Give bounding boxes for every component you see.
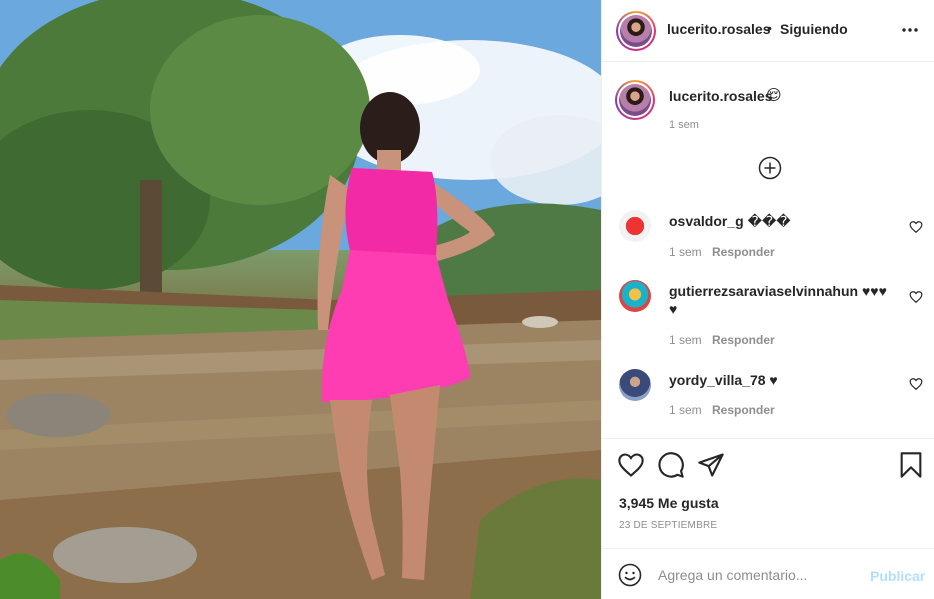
- add-comment-icon: [758, 156, 782, 180]
- divider: [602, 438, 934, 439]
- comment-time[interactable]: 1 sem: [669, 333, 702, 347]
- caption-text: 😌: [766, 87, 782, 104]
- post-date[interactable]: 23 DE SEPTIEMBRE: [619, 520, 717, 531]
- publish-button[interactable]: Publicar: [870, 568, 925, 584]
- reply-button[interactable]: Responder: [712, 403, 775, 417]
- caption-avatar[interactable]: [615, 80, 655, 120]
- comment-text-continued: ♥: [669, 301, 678, 317]
- comment-avatar[interactable]: [619, 369, 651, 401]
- caption-time[interactable]: 1 sem: [669, 119, 699, 131]
- comment-icon: [658, 452, 684, 478]
- photo-scene: [0, 0, 601, 599]
- comment-time[interactable]: 1 sem: [669, 245, 702, 259]
- share-icon: [698, 453, 724, 477]
- comment-composer: Publicar: [602, 548, 934, 599]
- comment-username[interactable]: yordy_villa_78 ♥: [669, 372, 778, 388]
- header-separator: •: [767, 20, 772, 36]
- post-header: lucerito.rosales • Siguiendo: [602, 0, 934, 62]
- save-button[interactable]: [897, 451, 925, 479]
- comment-time[interactable]: 1 sem: [669, 403, 702, 417]
- more-options-button[interactable]: [898, 18, 922, 42]
- heart-icon[interactable]: [909, 290, 923, 304]
- following-button[interactable]: Siguiendo: [780, 21, 848, 37]
- bookmark-icon: [900, 452, 922, 478]
- emoji-icon[interactable]: [618, 563, 642, 587]
- like-button[interactable]: [617, 451, 645, 479]
- comment-avatar[interactable]: [619, 280, 651, 312]
- caption-username[interactable]: lucerito.rosales: [669, 88, 773, 104]
- comment-username[interactable]: gutierrezsaraviaselvinnahun ♥♥♥: [669, 283, 887, 299]
- comment-text: ♥♥♥: [861, 283, 887, 299]
- comment-input[interactable]: [658, 561, 863, 589]
- post-photo[interactable]: [0, 0, 601, 599]
- header-avatar[interactable]: [616, 11, 656, 51]
- more-icon: [902, 28, 918, 32]
- comment-username[interactable]: osvaldor_g ���: [669, 213, 791, 230]
- comment-text: ���: [747, 213, 791, 229]
- header-username[interactable]: lucerito.rosales: [667, 21, 771, 37]
- post-details-panel: lucerito.rosales • Siguiendo lucerito.ro…: [601, 0, 934, 599]
- heart-icon[interactable]: [909, 220, 923, 234]
- comment-button[interactable]: [657, 451, 685, 479]
- comment-avatar[interactable]: [619, 210, 651, 242]
- heart-icon: [618, 453, 644, 477]
- likes-count[interactable]: 3,945 Me gusta: [619, 495, 719, 511]
- reply-button[interactable]: Responder: [712, 245, 775, 259]
- load-more-comments-button[interactable]: [758, 156, 782, 180]
- reply-button[interactable]: Responder: [712, 333, 775, 347]
- comment-text: ♥: [769, 372, 778, 388]
- heart-icon[interactable]: [909, 377, 923, 391]
- share-button[interactable]: [697, 451, 725, 479]
